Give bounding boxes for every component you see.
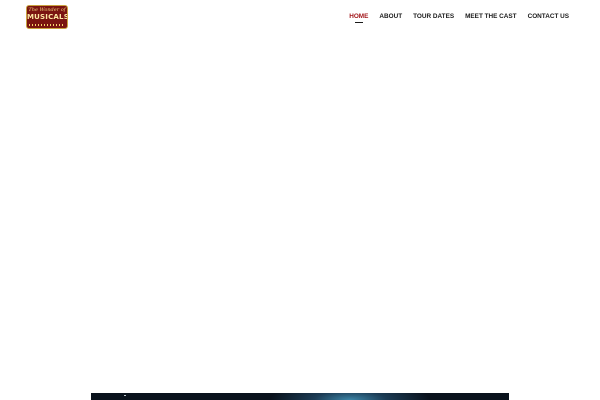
banner-detail	[124, 395, 126, 396]
page: The Wonder of MUSICALS HOME ABOUT TOUR D…	[0, 0, 600, 400]
main-nav: HOME ABOUT TOUR DATES MEET THE CAST CONT…	[338, 12, 569, 23]
site-logo[interactable]: The Wonder of MUSICALS	[26, 5, 68, 29]
nav-contact-us-label: CONTACT US	[527, 13, 569, 20]
logo-title: MUSICALS	[27, 13, 68, 21]
nav-tour-dates-label: TOUR DATES	[413, 13, 455, 20]
nav-about[interactable]: ABOUT	[379, 12, 402, 21]
site-header: The Wonder of MUSICALS HOME ABOUT TOUR D…	[0, 0, 600, 36]
nav-tour-dates[interactable]: TOUR DATES	[413, 12, 454, 21]
logo-marquee-lights	[29, 24, 65, 26]
nav-meet-the-cast-label: MEET THE CAST	[465, 13, 517, 20]
nav-meet-the-cast[interactable]: MEET THE CAST	[465, 12, 516, 21]
nav-contact-us[interactable]: CONTACT US	[528, 12, 569, 21]
nav-active-indicator	[354, 22, 363, 23]
hero-banner-image	[91, 393, 509, 400]
nav-about-label: ABOUT	[379, 13, 403, 20]
nav-home-label: HOME	[349, 13, 369, 20]
nav-home[interactable]: HOME	[349, 12, 369, 23]
